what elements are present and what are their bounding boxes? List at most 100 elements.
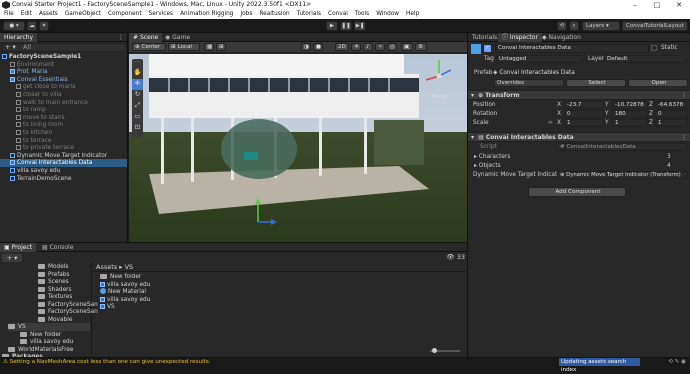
slider-handle[interactable]	[432, 348, 437, 353]
space-dropdown[interactable]: ⊞ Local	[168, 43, 200, 51]
step-button[interactable]: ▶❚	[354, 21, 366, 31]
menu-item-edit[interactable]: Edit	[17, 10, 35, 19]
active-checkbox[interactable]: ✓	[484, 45, 491, 52]
rot-x-field[interactable]: 0	[564, 110, 604, 118]
close-icon[interactable]: ✕	[668, 0, 690, 10]
menu-item-convai[interactable]: Convai	[324, 10, 351, 19]
tab-console[interactable]: ▤ Console	[38, 243, 77, 252]
rot-z-field[interactable]: 0	[655, 110, 688, 118]
hierarchy-row-label: Environment	[17, 61, 55, 68]
visibility-icon[interactable]: ◎	[387, 43, 397, 51]
folder-icon	[38, 271, 45, 277]
constrain-proportions-icon[interactable]: ∞	[548, 119, 553, 127]
characters-foldout[interactable]: ▸ Characters	[474, 153, 510, 161]
lighting-icon[interactable]: ☀	[351, 43, 361, 51]
tab-project[interactable]: ▣ Project	[0, 243, 37, 252]
tab-scene[interactable]: # Scene	[129, 33, 163, 42]
menu-item-gameobject[interactable]: GameObject	[61, 10, 104, 19]
effects-icon[interactable]: ✧	[375, 43, 385, 51]
account-button[interactable]: ● ▾	[3, 21, 25, 31]
pos-y-field[interactable]: -10.72878	[612, 101, 648, 109]
menu-item-assets[interactable]: Assets	[35, 10, 61, 19]
tab-game[interactable]: ◉ Game	[161, 33, 194, 42]
scale-z-field[interactable]: 1	[655, 119, 688, 127]
2d-toggle[interactable]: 2D	[335, 43, 349, 51]
component-menu-icon[interactable]: ⋮	[681, 91, 687, 100]
folder-label: villa savoy edu	[30, 339, 74, 345]
transform-tool-icon[interactable]: ⊡	[132, 123, 143, 134]
overrides-dropdown[interactable]: Overrides	[494, 79, 564, 87]
pause-button[interactable]: ❚❚	[340, 21, 352, 31]
component-menu-icon[interactable]: ⋮	[681, 133, 687, 142]
scale-tool-icon[interactable]: ⤢	[132, 101, 143, 112]
prefab-asset[interactable]: ◈ Convai Interactables Data	[493, 69, 575, 77]
indicator-field[interactable]: ⊕ Dynamic Move Target Indicator (Transfo…	[557, 171, 688, 179]
select-button[interactable]: Select	[566, 79, 626, 87]
hand-tool-icon[interactable]: ✋	[132, 68, 143, 79]
add-icon[interactable]: + ▾	[5, 44, 16, 51]
menu-item-file[interactable]: File	[0, 10, 17, 19]
menu-item-tutorials[interactable]: Tutorials	[293, 10, 324, 19]
status-warning[interactable]: Setting a NavMeshArea cost less than one…	[10, 359, 211, 365]
pos-z-field[interactable]: -64.6378	[655, 101, 688, 109]
asset-item[interactable]: VS	[100, 303, 115, 311]
menu-item-component[interactable]: Component	[104, 10, 145, 19]
create-asset-button[interactable]: + ▾	[2, 254, 22, 262]
rotate-tool-icon[interactable]: ↻	[132, 90, 143, 101]
tab-navigation[interactable]: ◆ Navigation	[538, 33, 585, 42]
transform-header[interactable]: ▾ ⊕ Transform ⋮	[468, 90, 690, 100]
sphere-icon[interactable]: ●	[313, 43, 323, 51]
object-name-field[interactable]: Convai Interactables Data	[495, 44, 649, 53]
scene-viewport[interactable]: Persp	[129, 54, 467, 242]
gizmos-icon[interactable]: ⚙	[415, 43, 427, 51]
shading-icon[interactable]: ◑	[301, 43, 311, 51]
tab-tutorials[interactable]: Tutorials	[468, 33, 501, 42]
menu-item-realtusion[interactable]: Realtusion	[255, 10, 292, 19]
undo-history-icon[interactable]: ⟲	[557, 21, 567, 31]
rect-tool-icon[interactable]: ▭	[132, 112, 143, 123]
menu-item-tools[interactable]: Tools	[351, 10, 372, 19]
breadcrumb-vs[interactable]: VS	[125, 263, 134, 271]
pos-x-field[interactable]: -23.7	[564, 101, 604, 109]
search-icon[interactable]: ⌕	[569, 21, 579, 31]
scale-y-field[interactable]: 1	[612, 119, 648, 127]
folder-icon	[38, 264, 45, 269]
layers-dropdown[interactable]: Layers ▾	[582, 21, 620, 31]
camera-icon[interactable]: ▣	[401, 43, 413, 51]
scale-z-value: 1	[658, 120, 662, 126]
convai-component-header[interactable]: ▾ ▤ Convai Interactables Data ⋮	[468, 132, 690, 142]
menu-item-jobs[interactable]: Jobs	[236, 10, 255, 19]
tab-inspector[interactable]: ⓘ Inspector	[498, 33, 542, 42]
tag-dropdown[interactable]: Untagged	[496, 55, 582, 63]
cloud-icon[interactable]: ☁	[27, 21, 37, 31]
hierarchy-search[interactable]: + ▾ All	[2, 43, 126, 52]
open-button[interactable]: Open	[628, 79, 688, 87]
snap-icon[interactable]: ⊞	[216, 43, 226, 51]
breadcrumb-assets[interactable]: Assets	[96, 263, 117, 271]
layout-dropdown[interactable]: ConvaiTutorialLayout	[622, 21, 688, 31]
pivot-dropdown[interactable]: ⊕ Center	[132, 43, 166, 51]
move-tool-icon[interactable]: ✥	[132, 79, 143, 90]
static-checkbox[interactable]	[651, 45, 657, 51]
menu-item-services[interactable]: Services	[145, 10, 176, 19]
grid-snap-icon[interactable]: ▦	[204, 43, 214, 51]
kebab-menu-icon[interactable]: ⋮	[118, 33, 124, 42]
menu-item-help[interactable]: Help	[402, 10, 422, 19]
hierarchy-tabbar: Hierarchy ⋮	[0, 33, 127, 42]
audio-icon[interactable]: ♪	[363, 43, 373, 51]
objects-foldout[interactable]: ▸ Objects	[474, 162, 501, 170]
hierarchy-row[interactable]: TerrainDemoScene	[0, 175, 127, 183]
add-component-button[interactable]: Add Component	[528, 187, 626, 197]
tab-hierarchy[interactable]: Hierarchy	[0, 33, 38, 42]
scale-x-field[interactable]: 1	[564, 119, 604, 127]
maximize-icon[interactable]: □	[646, 0, 668, 10]
collab-icon[interactable]: ✦	[39, 21, 49, 31]
hierarchy-row-label: to kitchen	[23, 130, 53, 136]
menu-item-animation-rigging[interactable]: Animation Rigging	[176, 10, 236, 19]
minimize-icon[interactable]: –	[624, 0, 646, 10]
scene-panel: # Scene ◉ Game ⊕ Center ⊞ Local ▦ ⊞ ◑ ● …	[129, 33, 467, 242]
layer-dropdown[interactable]: Default	[604, 55, 686, 63]
menu-item-window[interactable]: Window	[372, 10, 402, 19]
rot-y-field[interactable]: 180	[612, 110, 648, 118]
play-button[interactable]: ▶	[326, 21, 338, 31]
